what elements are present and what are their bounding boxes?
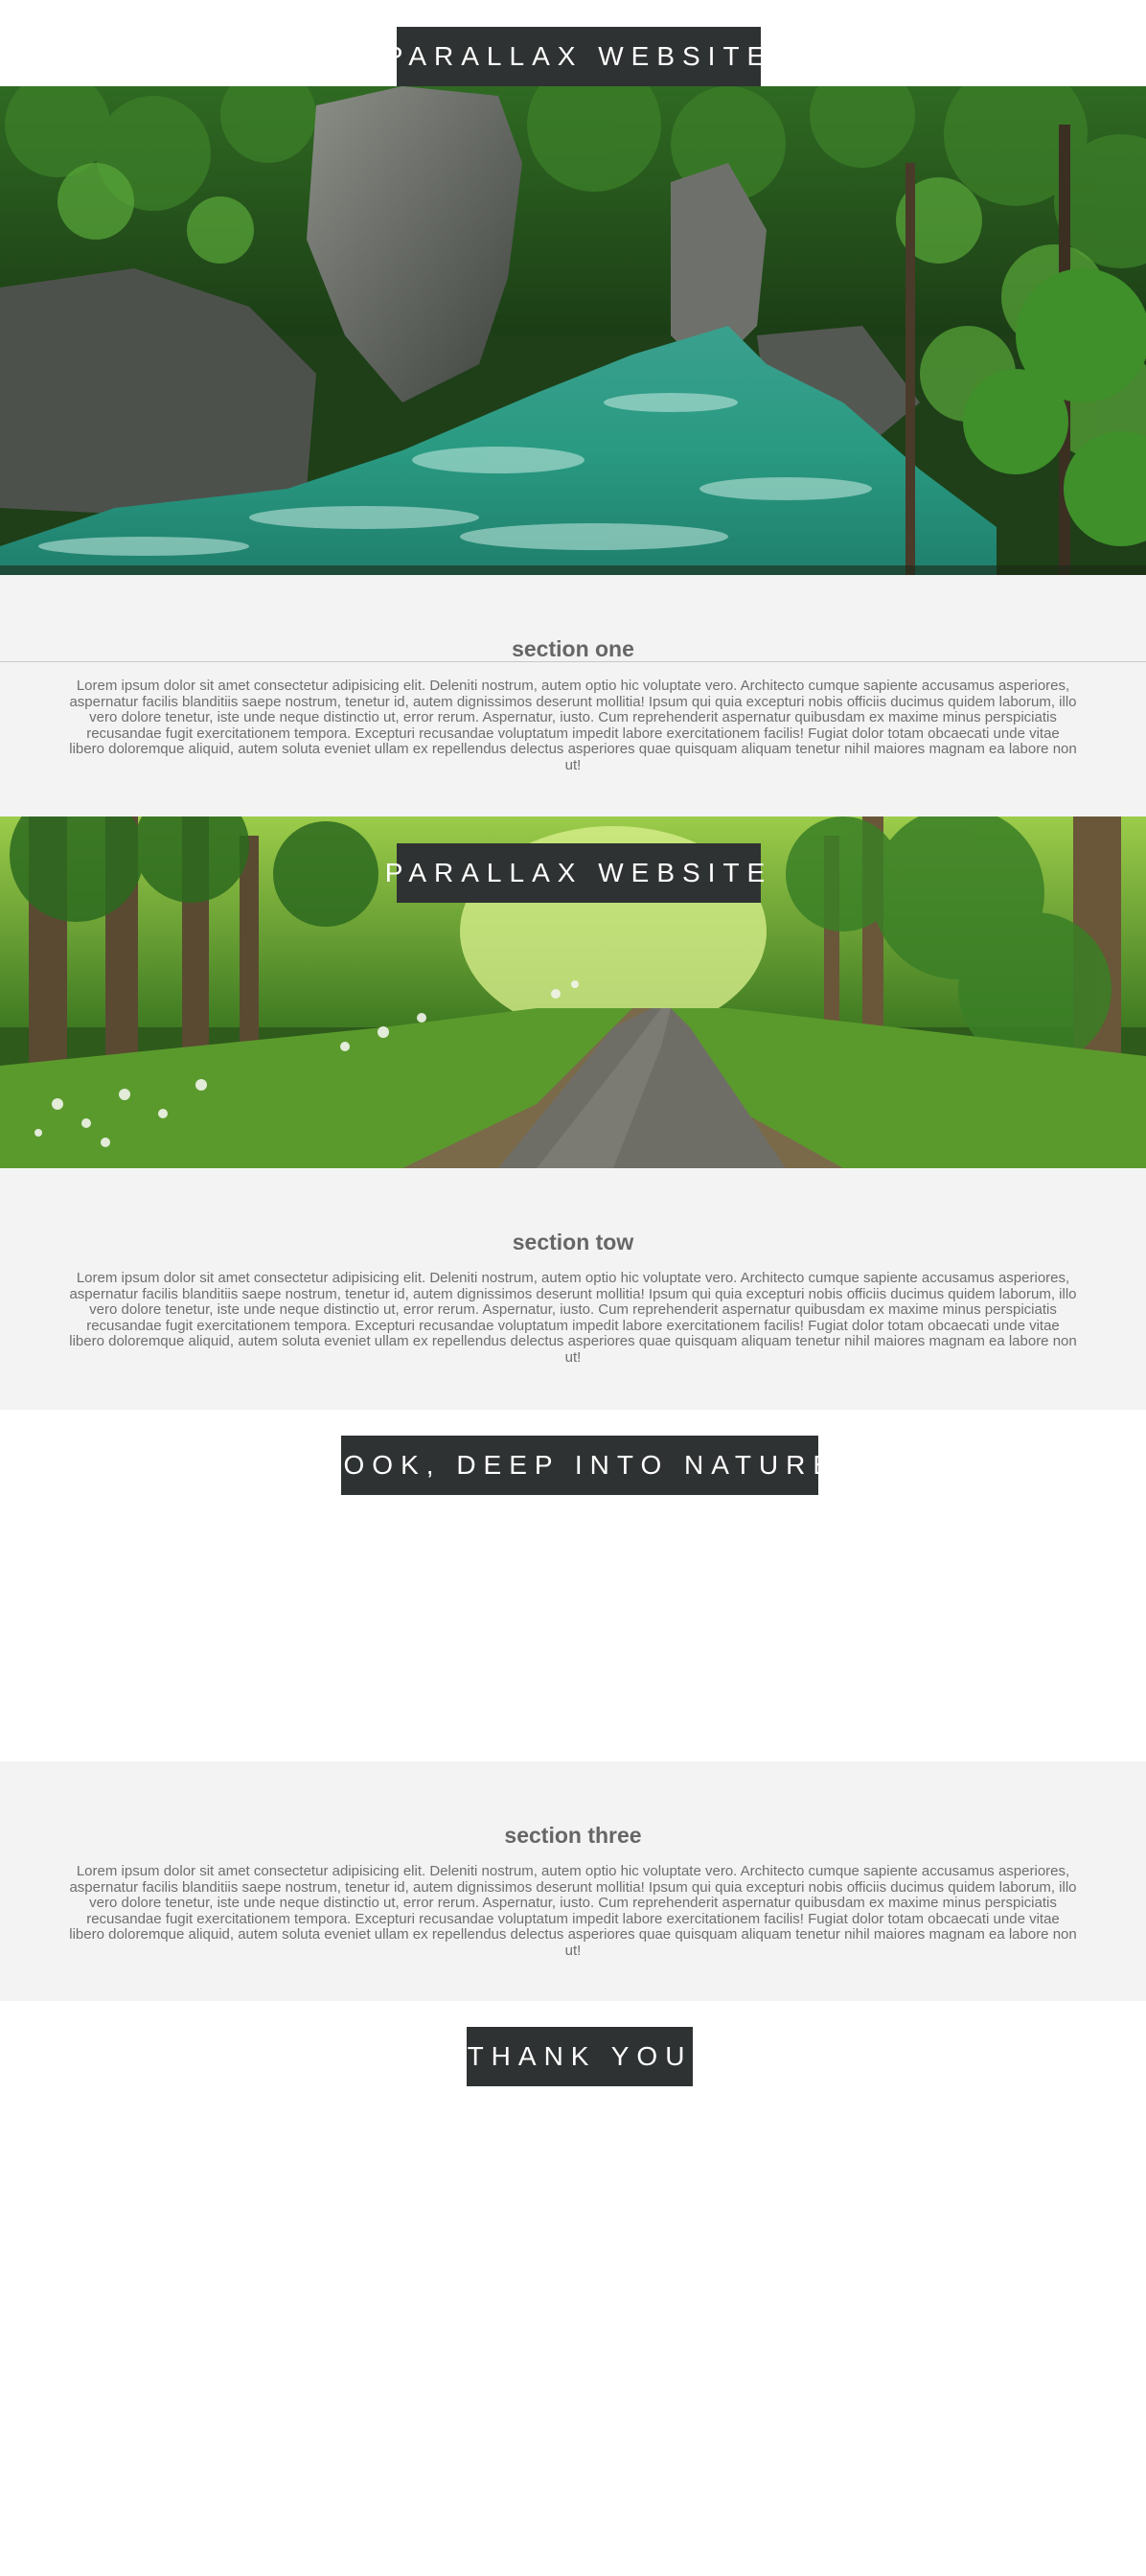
hero-title-1: PARALLAX WEBSITE <box>385 27 765 86</box>
hero-title-4: THANK YOU <box>467 2027 693 2086</box>
river-canyon-forest-image <box>0 86 1146 575</box>
section-heading: section one <box>512 636 634 661</box>
section-heading: section tow <box>512 1230 634 1254</box>
section-three: section three Lorem ipsum dolor sit amet… <box>0 1761 1146 2001</box>
hero-title-2: PARALLAX WEBSITE <box>385 843 765 903</box>
section-divider <box>0 661 1146 662</box>
hero-image-4 <box>0 2001 1146 2576</box>
section-body: Lorem ipsum dolor sit amet consectetur a… <box>69 1270 1077 1366</box>
section-body: Lorem ipsum dolor sit amet consectetur a… <box>69 1863 1077 1959</box>
hero-title-3: LOOK, DEEP INTO NATURE <box>321 1436 831 1495</box>
section-body: Lorem ipsum dolor sit amet consectetur a… <box>69 678 1077 773</box>
section-heading: section three <box>504 1823 642 1848</box>
hero-image-river <box>0 86 1146 575</box>
section-one: section one Lorem ipsum dolor sit amet c… <box>0 575 1146 816</box>
section-two: section tow Lorem ipsum dolor sit amet c… <box>0 1168 1146 1410</box>
